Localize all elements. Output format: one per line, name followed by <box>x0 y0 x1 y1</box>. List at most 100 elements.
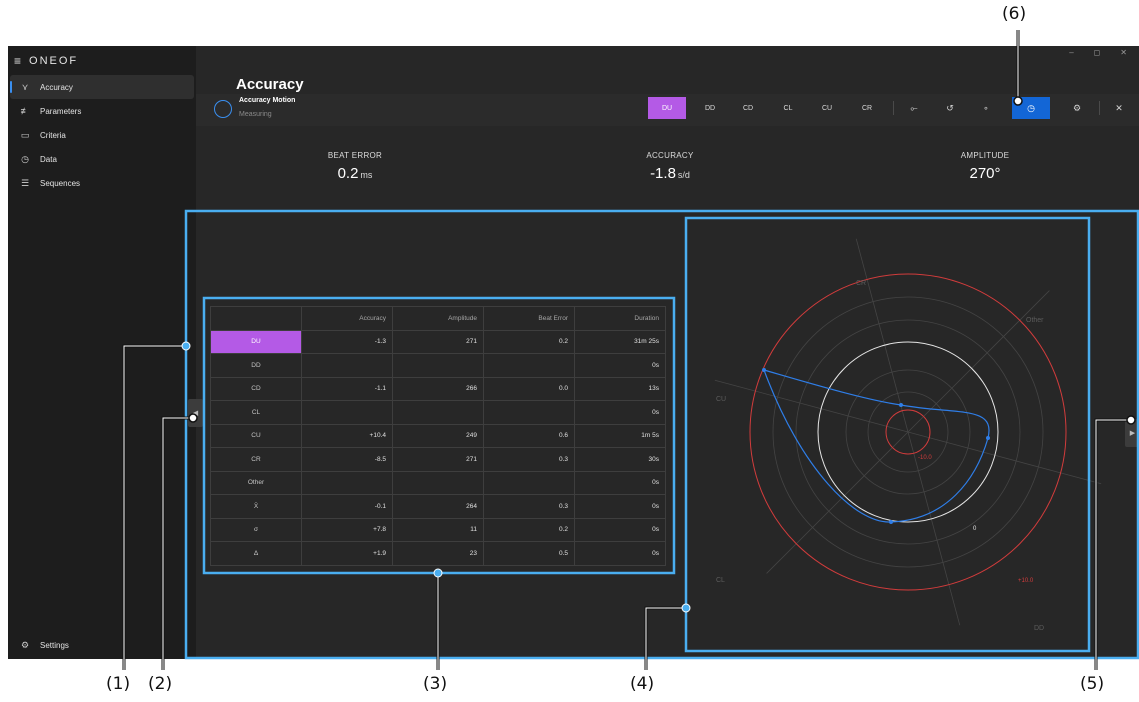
sidebar-footer: ⚙ Settings <box>10 633 194 657</box>
position-button-dd[interactable]: DD <box>691 97 729 119</box>
toolbar-separator <box>1099 101 1100 115</box>
column-header: Amplitude <box>392 306 484 331</box>
table-row[interactable]: σ +7.8 11 0.2 0s <box>210 517 666 542</box>
table-row[interactable]: DU -1.3 271 0.2 31m 25s <box>210 329 666 354</box>
axis-label-cu: CU <box>716 396 726 403</box>
gear-icon: ⚙ <box>20 639 30 650</box>
table-row[interactable]: Other 0s <box>210 470 666 495</box>
table-row[interactable]: CR -8.5 271 0.3 30s <box>210 447 666 472</box>
beat-error-cell <box>483 470 575 495</box>
position-button-du[interactable]: DU <box>648 97 686 119</box>
table-row[interactable]: CU +10.4 249 0.6 1m 5s <box>210 423 666 448</box>
beat-error-cell: 0.2 <box>483 517 575 542</box>
sidebar-item-sequences[interactable]: ☰ Sequences <box>10 171 194 195</box>
sidebar-item-settings[interactable]: ⚙ Settings <box>10 633 194 657</box>
amplitude-cell: 264 <box>392 494 484 519</box>
row-label-cell: CR <box>210 447 302 472</box>
row-label-cell: DU <box>210 329 302 354</box>
row-label-cell: CL <box>210 400 302 425</box>
accuracy-icon: ⋎ <box>21 81 29 92</box>
sidebar-item-parameters[interactable]: ≢ Parameters <box>10 99 194 123</box>
close-icon[interactable]: ✕ <box>1108 97 1130 119</box>
table-row[interactable]: DD 0s <box>210 353 666 378</box>
stopwatch-button[interactable]: ◷ <box>1012 97 1050 119</box>
table-row[interactable]: CD -1.1 266 0.0 13s <box>210 376 666 401</box>
history-icon[interactable]: ↺ <box>939 97 961 119</box>
window-controls: – ◻ ✕ <box>1069 48 1127 57</box>
accuracy-cell: -0.1 <box>301 494 393 519</box>
table-row[interactable]: X̄ -0.1 264 0.3 0s <box>210 494 666 519</box>
accuracy-cell <box>301 400 393 425</box>
app-window: ≡ ONEOF ⋎ Accuracy ≢ Parameters ▭ Criter… <box>8 46 1139 659</box>
brand: ≡ ONEOF <box>14 54 78 68</box>
table-row[interactable]: CL 0s <box>210 400 666 425</box>
duration-cell: 30s <box>574 447 666 472</box>
dot-icon[interactable]: ∘ <box>975 97 997 119</box>
beat-error-cell: 0.3 <box>483 494 575 519</box>
results-table: Accuracy Amplitude Beat Error Duration D… <box>210 306 666 566</box>
duration-cell: 0s <box>574 470 666 495</box>
maximize-icon[interactable]: ◻ <box>1094 48 1101 57</box>
amplitude-cell: 249 <box>392 423 484 448</box>
metric-accuracy: ACCURACY -1.8 s/d <box>610 151 730 182</box>
metric-number: -1.8 <box>650 165 676 182</box>
position-button-cu[interactable]: CU <box>808 97 846 119</box>
amplitude-cell <box>392 353 484 378</box>
sidebar: ≡ ONEOF ⋎ Accuracy ≢ Parameters ▭ Criter… <box>8 46 196 659</box>
metric-value: 0.2 ms <box>295 165 415 182</box>
pin-icon[interactable]: ⟜ <box>903 97 925 119</box>
amplitude-cell: 271 <box>392 447 484 472</box>
table-row[interactable]: Δ +1.9 23 0.5 0s <box>210 541 666 566</box>
collapse-left-button[interactable]: ◀ <box>188 399 203 427</box>
metric-number: 0.2 <box>337 165 359 182</box>
amplitude-cell <box>392 470 484 495</box>
page-title: Accuracy <box>236 76 304 93</box>
position-button-cl[interactable]: CL <box>769 97 807 119</box>
accuracy-cell: +1.9 <box>301 541 393 566</box>
column-header <box>210 306 302 331</box>
grid-spoke <box>714 379 909 433</box>
beat-error-cell: 0.2 <box>483 329 575 354</box>
trace-point <box>889 520 893 524</box>
duration-cell: 0s <box>574 494 666 519</box>
metric-beat-error: BEAT ERROR 0.2 ms <box>295 151 415 182</box>
row-label-cell: Δ <box>210 541 302 566</box>
sidebar-item-label: Criteria <box>40 130 66 140</box>
axis-label-dd: DD <box>1034 625 1044 632</box>
sidebar-item-data[interactable]: ◷ Data <box>10 147 194 171</box>
callout-label-6: (6) <box>1002 4 1027 24</box>
position-button-cr[interactable]: CR <box>848 97 886 119</box>
row-label-cell: CD <box>210 376 302 401</box>
close-window-icon[interactable]: ✕ <box>1120 48 1127 57</box>
sliders-icon: ≢ <box>20 106 30 116</box>
toolbar-separator <box>893 101 894 115</box>
header-bar: Accuracy Motion Measuring DU DD CD CL CU… <box>196 94 1139 126</box>
motion-title: Accuracy Motion <box>239 97 296 104</box>
sidebar-item-accuracy[interactable]: ⋎ Accuracy <box>10 75 194 99</box>
beat-error-cell: 0.3 <box>483 447 575 472</box>
row-label-cell: CU <box>210 423 302 448</box>
metric-label: ACCURACY <box>646 151 694 160</box>
accuracy-cell <box>301 353 393 378</box>
table-header-row: Accuracy Amplitude Beat Error Duration <box>210 306 666 331</box>
gear-icon[interactable]: ⚙ <box>1066 97 1088 119</box>
motion-status: Measuring <box>239 111 272 118</box>
trace-point <box>986 436 990 440</box>
metric-unit: ms <box>360 170 373 180</box>
minimize-icon[interactable]: – <box>1069 48 1073 57</box>
metric-unit: s/d <box>677 170 690 180</box>
grid-spoke <box>855 238 909 433</box>
grid-spoke <box>766 431 909 574</box>
callout-label-4: (4) <box>630 674 655 694</box>
accuracy-cell: -1.3 <box>301 329 393 354</box>
position-button-cd[interactable]: CD <box>729 97 767 119</box>
collapse-right-button[interactable]: ▶ <box>1125 419 1139 447</box>
sidebar-item-criteria[interactable]: ▭ Criteria <box>10 123 194 147</box>
metric-label: BEAT ERROR <box>327 151 383 160</box>
beat-error-cell: 0.6 <box>483 423 575 448</box>
hamburger-icon[interactable]: ≡ <box>14 54 23 68</box>
monitor-icon: ▭ <box>20 129 30 140</box>
column-header: Beat Error <box>483 306 575 331</box>
beat-error-cell <box>483 353 575 378</box>
row-label-cell: σ <box>210 517 302 542</box>
